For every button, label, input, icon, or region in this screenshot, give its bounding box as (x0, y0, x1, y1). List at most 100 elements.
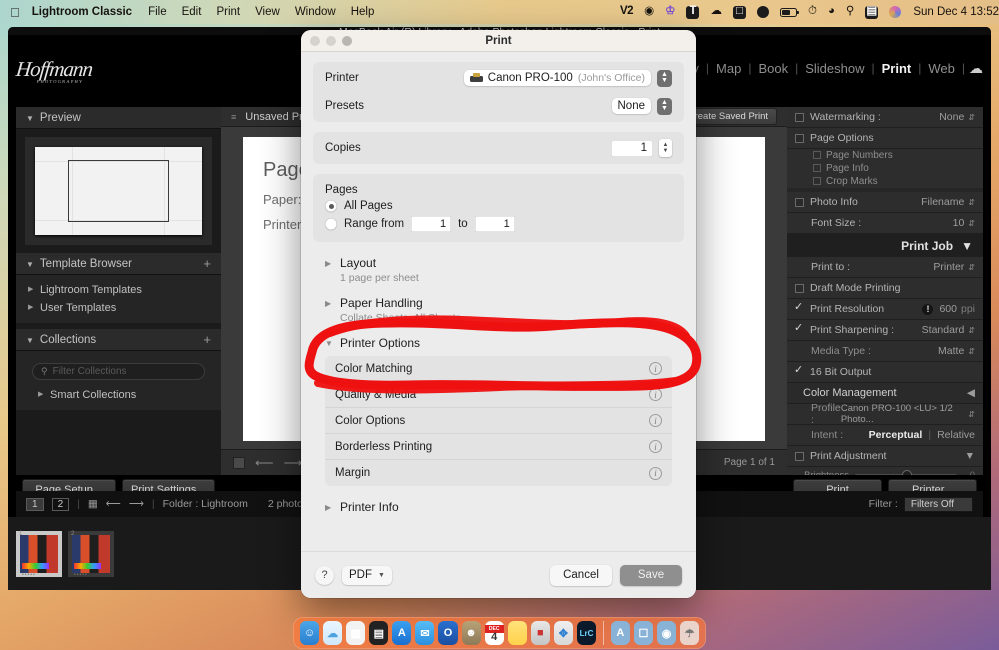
module-web[interactable]: Web (921, 61, 962, 76)
option-row-margin[interactable]: Margin i (325, 460, 672, 486)
info-icon[interactable]: i (649, 414, 662, 427)
help-button[interactable]: ? (315, 565, 334, 585)
all-pages-row[interactable]: All Pages (313, 198, 684, 214)
checkbox[interactable] (813, 164, 821, 172)
grid-icon[interactable]: ▦ (88, 498, 98, 510)
cloud-sync-icon[interactable]: ☁ (965, 60, 991, 77)
profile-row[interactable]: Profile : Canon PRO-100 <LU> 1/2 Photo..… (787, 402, 983, 426)
outlook-icon[interactable]: O (438, 621, 458, 645)
print-to-row[interactable]: Print to : Printer ⇵ (787, 257, 983, 278)
stepper-icon[interactable]: ⇵ (968, 410, 975, 419)
cloud-icon[interactable]: ☁ (710, 6, 722, 18)
printer-options-disclosure[interactable]: ▼ Printer Options Color Matching i Quali… (313, 332, 684, 488)
range-radio[interactable] (325, 218, 337, 230)
paper-handling-disclosure[interactable]: ▶ Paper Handling Collate Sheets, All She… (313, 292, 684, 332)
menu-app-name[interactable]: Lightroom Classic (32, 6, 132, 18)
menu-item-view[interactable]: View (255, 6, 280, 18)
intent-perceptual-option[interactable]: Perceptual (869, 429, 923, 441)
grip-icon[interactable]: ≡ (231, 112, 237, 122)
printer-select[interactable]: Canon PRO-100 (John's Office) (463, 70, 651, 86)
search-icon[interactable]: ⚲ (846, 6, 854, 18)
cancel-button[interactable]: Cancel (550, 564, 612, 586)
wifi-icon[interactable]: ◕ (828, 6, 835, 18)
contacts-icon[interactable]: ☻ (461, 621, 481, 645)
page-tab-2[interactable]: 2 (51, 497, 70, 511)
media-type-value[interactable]: Matte (938, 345, 964, 357)
news-icon[interactable]: ■ (530, 621, 550, 645)
triangle-left-icon[interactable]: ◀ (967, 387, 975, 399)
watermarking-row[interactable]: Watermarking : None ⇵ (787, 107, 983, 128)
battery-icon[interactable] (779, 7, 799, 17)
option-row-borderless-printing[interactable]: Borderless Printing i (325, 434, 672, 460)
launchpad-icon[interactable]: ▦ (346, 621, 366, 645)
text-expander-icon[interactable]: T (686, 5, 700, 19)
slider-knob[interactable] (901, 469, 912, 475)
page-info-option[interactable]: Page Info (813, 162, 983, 175)
save-button[interactable]: Save (620, 564, 682, 586)
plus-icon[interactable]: + (203, 256, 211, 271)
printer-select-stepper[interactable]: ▲ ▼ (657, 69, 672, 87)
photo-info-value[interactable]: Filename (921, 196, 964, 208)
printer-info-disclosure[interactable]: ▶ Printer Info (313, 488, 684, 522)
print-to-value[interactable]: Printer (933, 261, 964, 273)
font-size-value[interactable]: 10 (953, 217, 965, 229)
bolt-icon[interactable] (756, 6, 769, 18)
color-swatch-icon[interactable] (233, 456, 245, 469)
tree-item-smart-collections[interactable]: ▶ Smart Collections (24, 386, 213, 404)
font-size-row[interactable]: Font Size : 10 ⇵ (787, 213, 983, 234)
stepper-icon[interactable]: ⇵ (968, 326, 975, 335)
menubar-clock[interactable]: Sun Dec 4 13:52 (913, 6, 999, 18)
collections-header[interactable]: ▼ Collections + (16, 329, 221, 351)
menu-item-edit[interactable]: Edit (182, 6, 202, 18)
intent-relative-option[interactable]: Relative (937, 429, 975, 441)
chevron-right-icon[interactable]: ▶ (325, 299, 333, 308)
safari-icon[interactable]: ✥ (553, 621, 573, 645)
plus-icon[interactable]: + (203, 332, 211, 347)
identity-plate[interactable]: Hoffmann PHOTOGRAPHY (15, 57, 256, 89)
checkbox[interactable] (795, 451, 804, 461)
app-store-icon[interactable]: A (392, 621, 412, 645)
module-map[interactable]: Map (709, 61, 748, 76)
module-print[interactable]: Print (875, 61, 919, 76)
page-tab-1[interactable]: 1 (26, 497, 44, 511)
color-management-header[interactable]: Color Management ◀ (787, 383, 983, 404)
info-icon[interactable]: i (649, 467, 662, 480)
tree-item-user-templates[interactable]: ▶ User Templates (24, 299, 213, 317)
checkbox[interactable] (795, 133, 804, 143)
copies-input[interactable]: 1 (611, 139, 653, 157)
copies-stepper[interactable]: ▲ ▼ (659, 139, 672, 157)
preview-panel-header[interactable]: ▼ Preview (16, 107, 221, 129)
page-numbers-option[interactable]: Page Numbers (813, 149, 983, 162)
calendar-icon[interactable]: DEC 4 (484, 621, 504, 645)
chevron-right-icon[interactable]: ▶ (325, 259, 333, 268)
profile-value[interactable]: Canon PRO-100 <LU> 1/2 Photo... (841, 403, 964, 425)
brightness-slider-row[interactable]: Brightness 0 (787, 467, 983, 475)
arrow-right-icon[interactable]: ⟶ (284, 455, 303, 471)
filmstrip-thumbnail-2[interactable]: 2 ••••• (68, 530, 114, 578)
apple-icon[interactable]:  (10, 6, 20, 19)
collections-search-input[interactable]: ⚲ Filter Collections (32, 363, 205, 380)
print-resolution-value[interactable]: 600 (939, 303, 957, 315)
cloud-icon[interactable]: ☁ (323, 621, 343, 645)
mail-icon[interactable]: ✉ (415, 621, 435, 645)
stepper-icon[interactable]: ⇵ (968, 113, 975, 122)
stepper-icon[interactable]: ⇵ (968, 347, 975, 356)
eye-icon[interactable]: ◉ (644, 6, 654, 18)
finder-icon[interactable]: ☺ (300, 621, 320, 645)
warning-icon[interactable]: ! (922, 303, 934, 315)
stepper-icon[interactable]: ⇵ (968, 198, 975, 207)
photo-info-row[interactable]: Photo Info Filename ⇵ (787, 192, 983, 213)
arrow-right-icon[interactable]: ⟶ (129, 498, 144, 510)
module-slideshow[interactable]: Slideshow (798, 61, 871, 76)
siri-icon[interactable] (889, 6, 902, 18)
print-adjustment-row[interactable]: Print Adjustment ▼ (787, 446, 983, 467)
checkbox-checked[interactable] (794, 363, 804, 377)
range-from-input[interactable]: 1 (411, 216, 452, 232)
template-browser-header[interactable]: ▼ Template Browser + (16, 253, 221, 275)
option-row-color-options[interactable]: Color Options i (325, 408, 672, 434)
intent-row[interactable]: Intent : Perceptual | Relative (787, 425, 983, 446)
menu-item-help[interactable]: Help (351, 6, 375, 18)
watermarking-value[interactable]: None (939, 111, 964, 123)
bit-output-row[interactable]: 16 Bit Output (787, 362, 983, 383)
pictures-folder-icon[interactable]: ◉ (656, 621, 677, 645)
